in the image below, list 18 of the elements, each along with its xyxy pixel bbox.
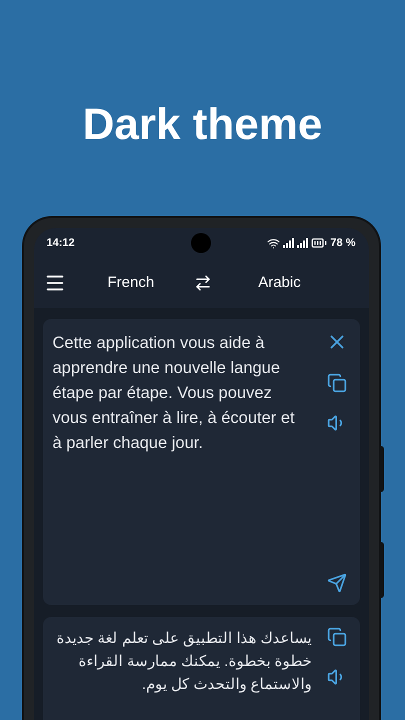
camera-hole — [191, 233, 211, 253]
send-button[interactable] — [326, 573, 346, 593]
source-text[interactable]: Cette application vous aide à apprendre une nouvelle langue étape par étape. Vous pouvez vous entraîner à lire, à écouter et à parler chaque jour. — [52, 331, 308, 593]
status-time: 14:12 — [46, 236, 75, 251]
send-icon — [326, 573, 346, 593]
swap-arrows-icon — [194, 274, 212, 292]
translation-text: يساعدك هذا التطبيق على تعلم لغة جديدة خطوة بخطوة. يمكنك ممارسة القراءة والاستماع والتحدث كل يوم. — [55, 629, 312, 695]
copy-button[interactable] — [326, 373, 346, 393]
wifi-icon — [267, 236, 280, 250]
signal-icon — [283, 238, 294, 248]
copy-icon — [326, 627, 346, 647]
copy-button[interactable] — [326, 627, 346, 647]
headline: Dark theme — [82, 99, 322, 151]
source-language[interactable]: French — [108, 272, 154, 294]
copy-icon — [326, 373, 346, 393]
battery-level: 78 % — [330, 236, 356, 251]
target-language[interactable]: Arabic — [258, 272, 301, 294]
signal-icon — [297, 238, 308, 248]
